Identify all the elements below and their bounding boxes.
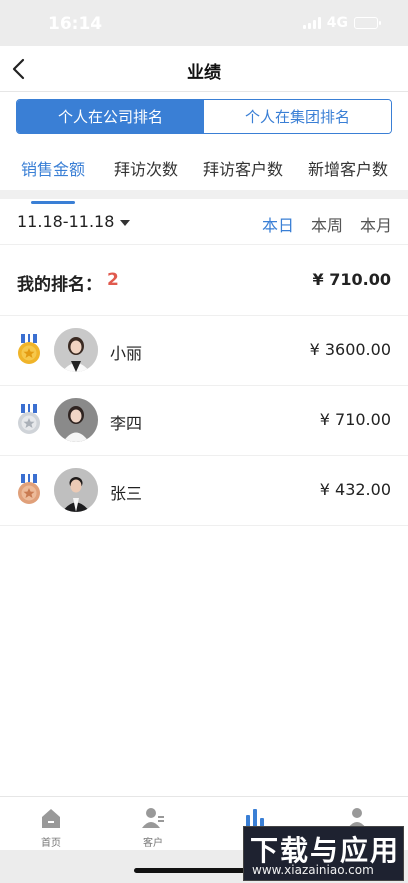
watermark-logo: 下载与应用 www.xiazainiao.com: [243, 826, 404, 881]
caret-down-icon: [120, 219, 131, 226]
ranking-row[interactable]: 小丽 ¥ 3600.00: [0, 316, 408, 386]
home-icon: [42, 809, 60, 828]
date-filter-row: 11.18-11.18 本日 本周 本月: [0, 199, 408, 245]
tab-home[interactable]: 首页: [0, 797, 102, 850]
watermark-url: www.xiazainiao.com: [252, 863, 374, 877]
status-time: 16:14: [48, 14, 103, 34]
page-title: 业绩: [187, 63, 221, 83]
date-range-picker[interactable]: 11.18-11.18: [17, 212, 131, 231]
my-rank-label: 我的排名：: [17, 275, 102, 295]
ranking-name: 小丽: [110, 344, 143, 363]
my-rank-value: 2: [107, 270, 119, 290]
tab-new-customers[interactable]: 新增客户数: [308, 156, 388, 180]
nav-bar: 业绩: [0, 46, 408, 92]
tab-home-label: 首页: [41, 838, 61, 849]
ranking-amount: ¥ 432.00: [319, 480, 391, 499]
my-rank-amount: ¥ 710.00: [312, 270, 391, 289]
avatar: [54, 468, 98, 512]
tab-new-customers-label: 新增客户数: [308, 160, 389, 179]
customer-icon: [142, 808, 164, 828]
ranking-name: 李四: [110, 414, 143, 433]
bronze-medal-icon: [18, 474, 40, 504]
avatar: [54, 328, 98, 372]
ranking-row[interactable]: 李四 ¥ 710.00: [0, 386, 408, 456]
ranking-amount: ¥ 3600.00: [309, 340, 391, 359]
status-indicators: 4G: [302, 15, 381, 31]
tab-sales-amount[interactable]: 销售金额: [21, 156, 86, 204]
signal-icon: [302, 17, 321, 29]
gold-medal-icon: [18, 334, 40, 364]
period-week[interactable]: 本周: [311, 212, 343, 236]
battery-icon: [354, 17, 381, 29]
tab-company-ranking[interactable]: 个人在公司排名: [17, 100, 204, 133]
scope-segmented-control: 个人在公司排名 个人在集团排名: [16, 99, 392, 134]
date-range-text: 11.18-11.18: [17, 212, 115, 231]
silver-medal-icon: [18, 404, 40, 434]
network-type: 4G: [326, 15, 348, 31]
avatar: [54, 398, 98, 442]
section-divider: [0, 190, 408, 199]
tab-visit-count[interactable]: 拜访次数: [114, 156, 178, 180]
my-rank-row: 我的排名： 2 ¥ 710.00: [0, 246, 408, 316]
period-today[interactable]: 本日: [262, 212, 294, 236]
tab-group-ranking[interactable]: 个人在集团排名: [204, 100, 391, 133]
metric-tabs: 销售金额 拜访次数 拜访客户数 新增客户数: [0, 140, 408, 204]
tab-customers-label: 客户: [143, 838, 163, 849]
period-month[interactable]: 本月: [360, 212, 392, 236]
tab-visited-customers-label: 拜访客户数: [203, 160, 284, 179]
tab-sales-amount-label: 销售金额: [21, 160, 86, 179]
ranking-row[interactable]: 张三 ¥ 432.00: [0, 456, 408, 526]
ranking-amount: ¥ 710.00: [319, 410, 391, 429]
tab-customers[interactable]: 客户: [102, 797, 204, 850]
status-bar: 16:14 4G: [0, 0, 408, 46]
tab-visit-count-label: 拜访次数: [114, 160, 179, 179]
tab-visited-customers[interactable]: 拜访客户数: [203, 156, 283, 180]
ranking-name: 张三: [110, 484, 143, 503]
